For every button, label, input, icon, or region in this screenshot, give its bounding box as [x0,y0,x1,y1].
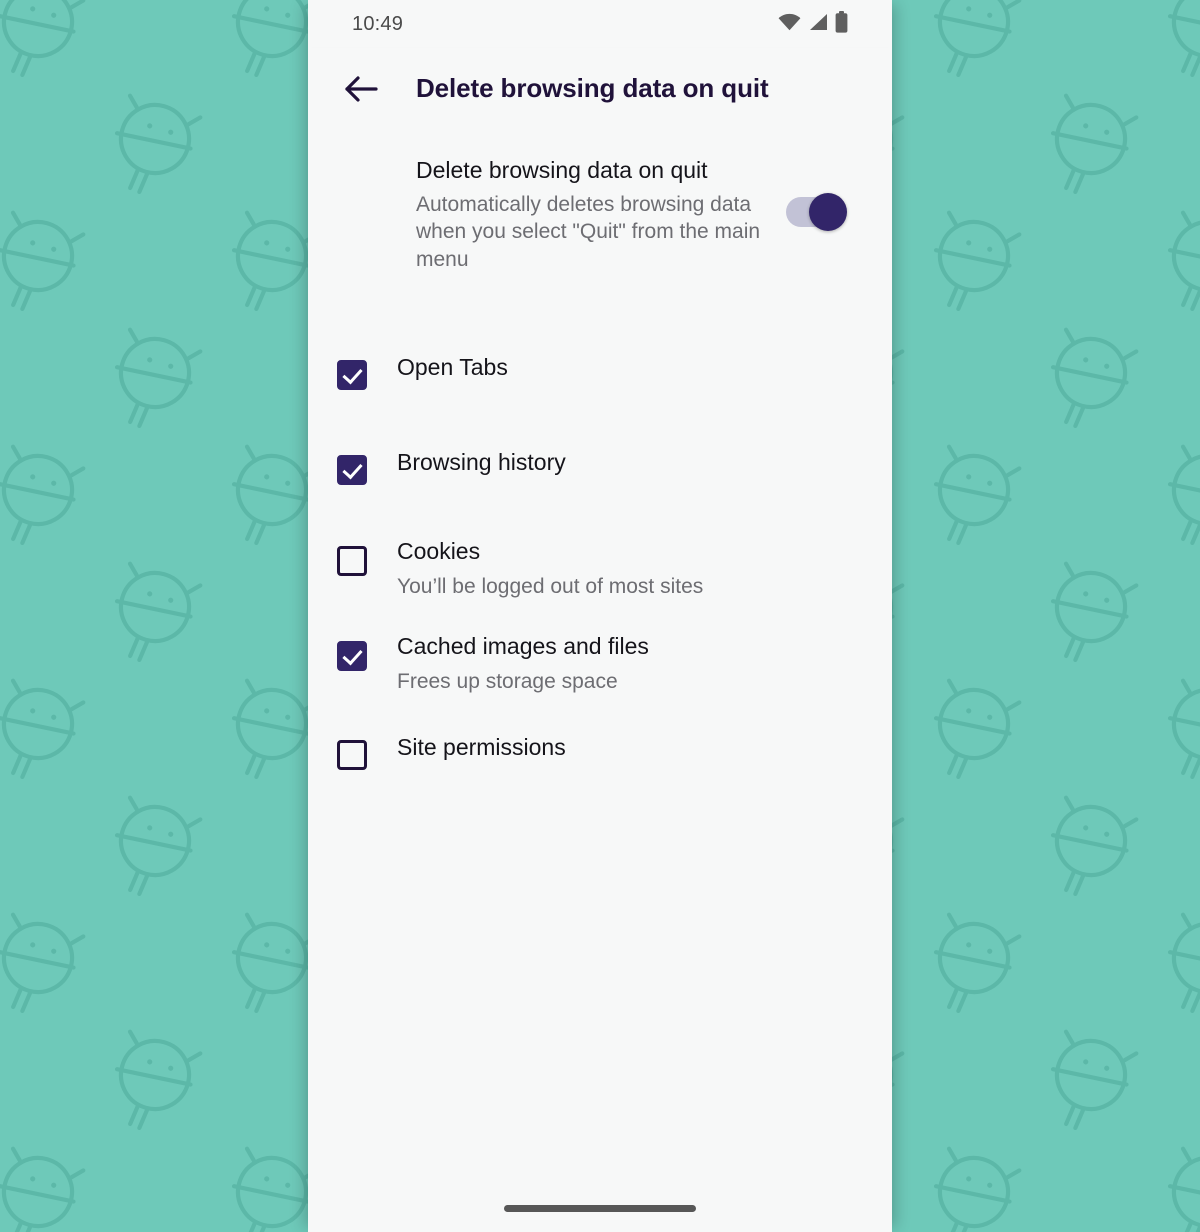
checkbox-texts: Cached images and files Frees up storage… [397,633,862,694]
checkbox-holder [337,360,373,390]
settings-content: Delete browsing data on quit Automatical… [308,129,892,1232]
checkbox-texts: Cookies You’ll be logged out of most sit… [397,538,862,599]
checkbox-holder [337,740,373,770]
checkbox-open-tabs[interactable] [337,360,367,390]
page-title: Delete browsing data on quit [416,73,769,103]
checkbox-holder [337,641,373,671]
status-bar: 10:49 [308,0,892,48]
cellular-signal-icon [808,13,828,36]
home-indicator[interactable] [504,1204,696,1212]
checkbox-label: Cached images and files [397,633,649,659]
app-bar: Delete browsing data on quit [308,48,892,129]
battery-icon [835,10,848,38]
system-navigation-bar [308,1184,892,1232]
checkbox-browsing-history[interactable] [337,455,367,485]
checkbox-summary: You’ll be logged out of most sites [397,574,704,598]
data-type-checkbox-list: Open Tabs Browsing history Cookies You’l… [308,334,892,809]
checkbox-label: Site permissions [397,734,566,760]
checkbox-row-open-tabs[interactable]: Open Tabs [308,334,892,429]
checkbox-label: Browsing history [397,449,566,475]
preference-texts: Delete browsing data on quit Automatical… [416,157,772,274]
checkbox-texts: Site permissions [397,734,862,762]
switch-track [786,193,847,231]
phone-screen: 10:49 Delete browsing data on quit Delet… [308,0,892,1232]
checkbox-holder [337,546,373,576]
status-bar-clock: 10:49 [352,12,404,35]
preference-title: Delete browsing data on quit [416,157,708,183]
checkbox-holder [337,455,373,485]
switch-knob [809,193,847,231]
checkbox-texts: Browsing history [397,449,862,477]
checkbox-row-cached-images-and-files[interactable]: Cached images and files Frees up storage… [308,619,892,714]
status-bar-icons [778,10,848,38]
checkbox-row-cookies[interactable]: Cookies You’ll be logged out of most sit… [308,524,892,619]
delete-on-quit-toggle[interactable] [786,193,847,231]
back-arrow-icon [345,75,378,102]
wifi-icon [778,13,801,36]
checkbox-site-permissions[interactable] [337,740,367,770]
preference-summary: Automatically deletes browsing data when… [416,192,761,272]
checkbox-row-site-permissions[interactable]: Site permissions [308,714,892,809]
back-button[interactable] [338,66,384,112]
delete-on-quit-preference-row[interactable]: Delete browsing data on quit Automatical… [308,129,892,274]
checkbox-label: Open Tabs [397,354,508,380]
checkbox-cookies[interactable] [337,546,367,576]
checkbox-cached-images-and-files[interactable] [337,641,367,671]
checkbox-texts: Open Tabs [397,354,862,382]
checkbox-label: Cookies [397,538,481,564]
checkbox-summary: Frees up storage space [397,669,618,693]
checkbox-row-browsing-history[interactable]: Browsing history [308,429,892,524]
